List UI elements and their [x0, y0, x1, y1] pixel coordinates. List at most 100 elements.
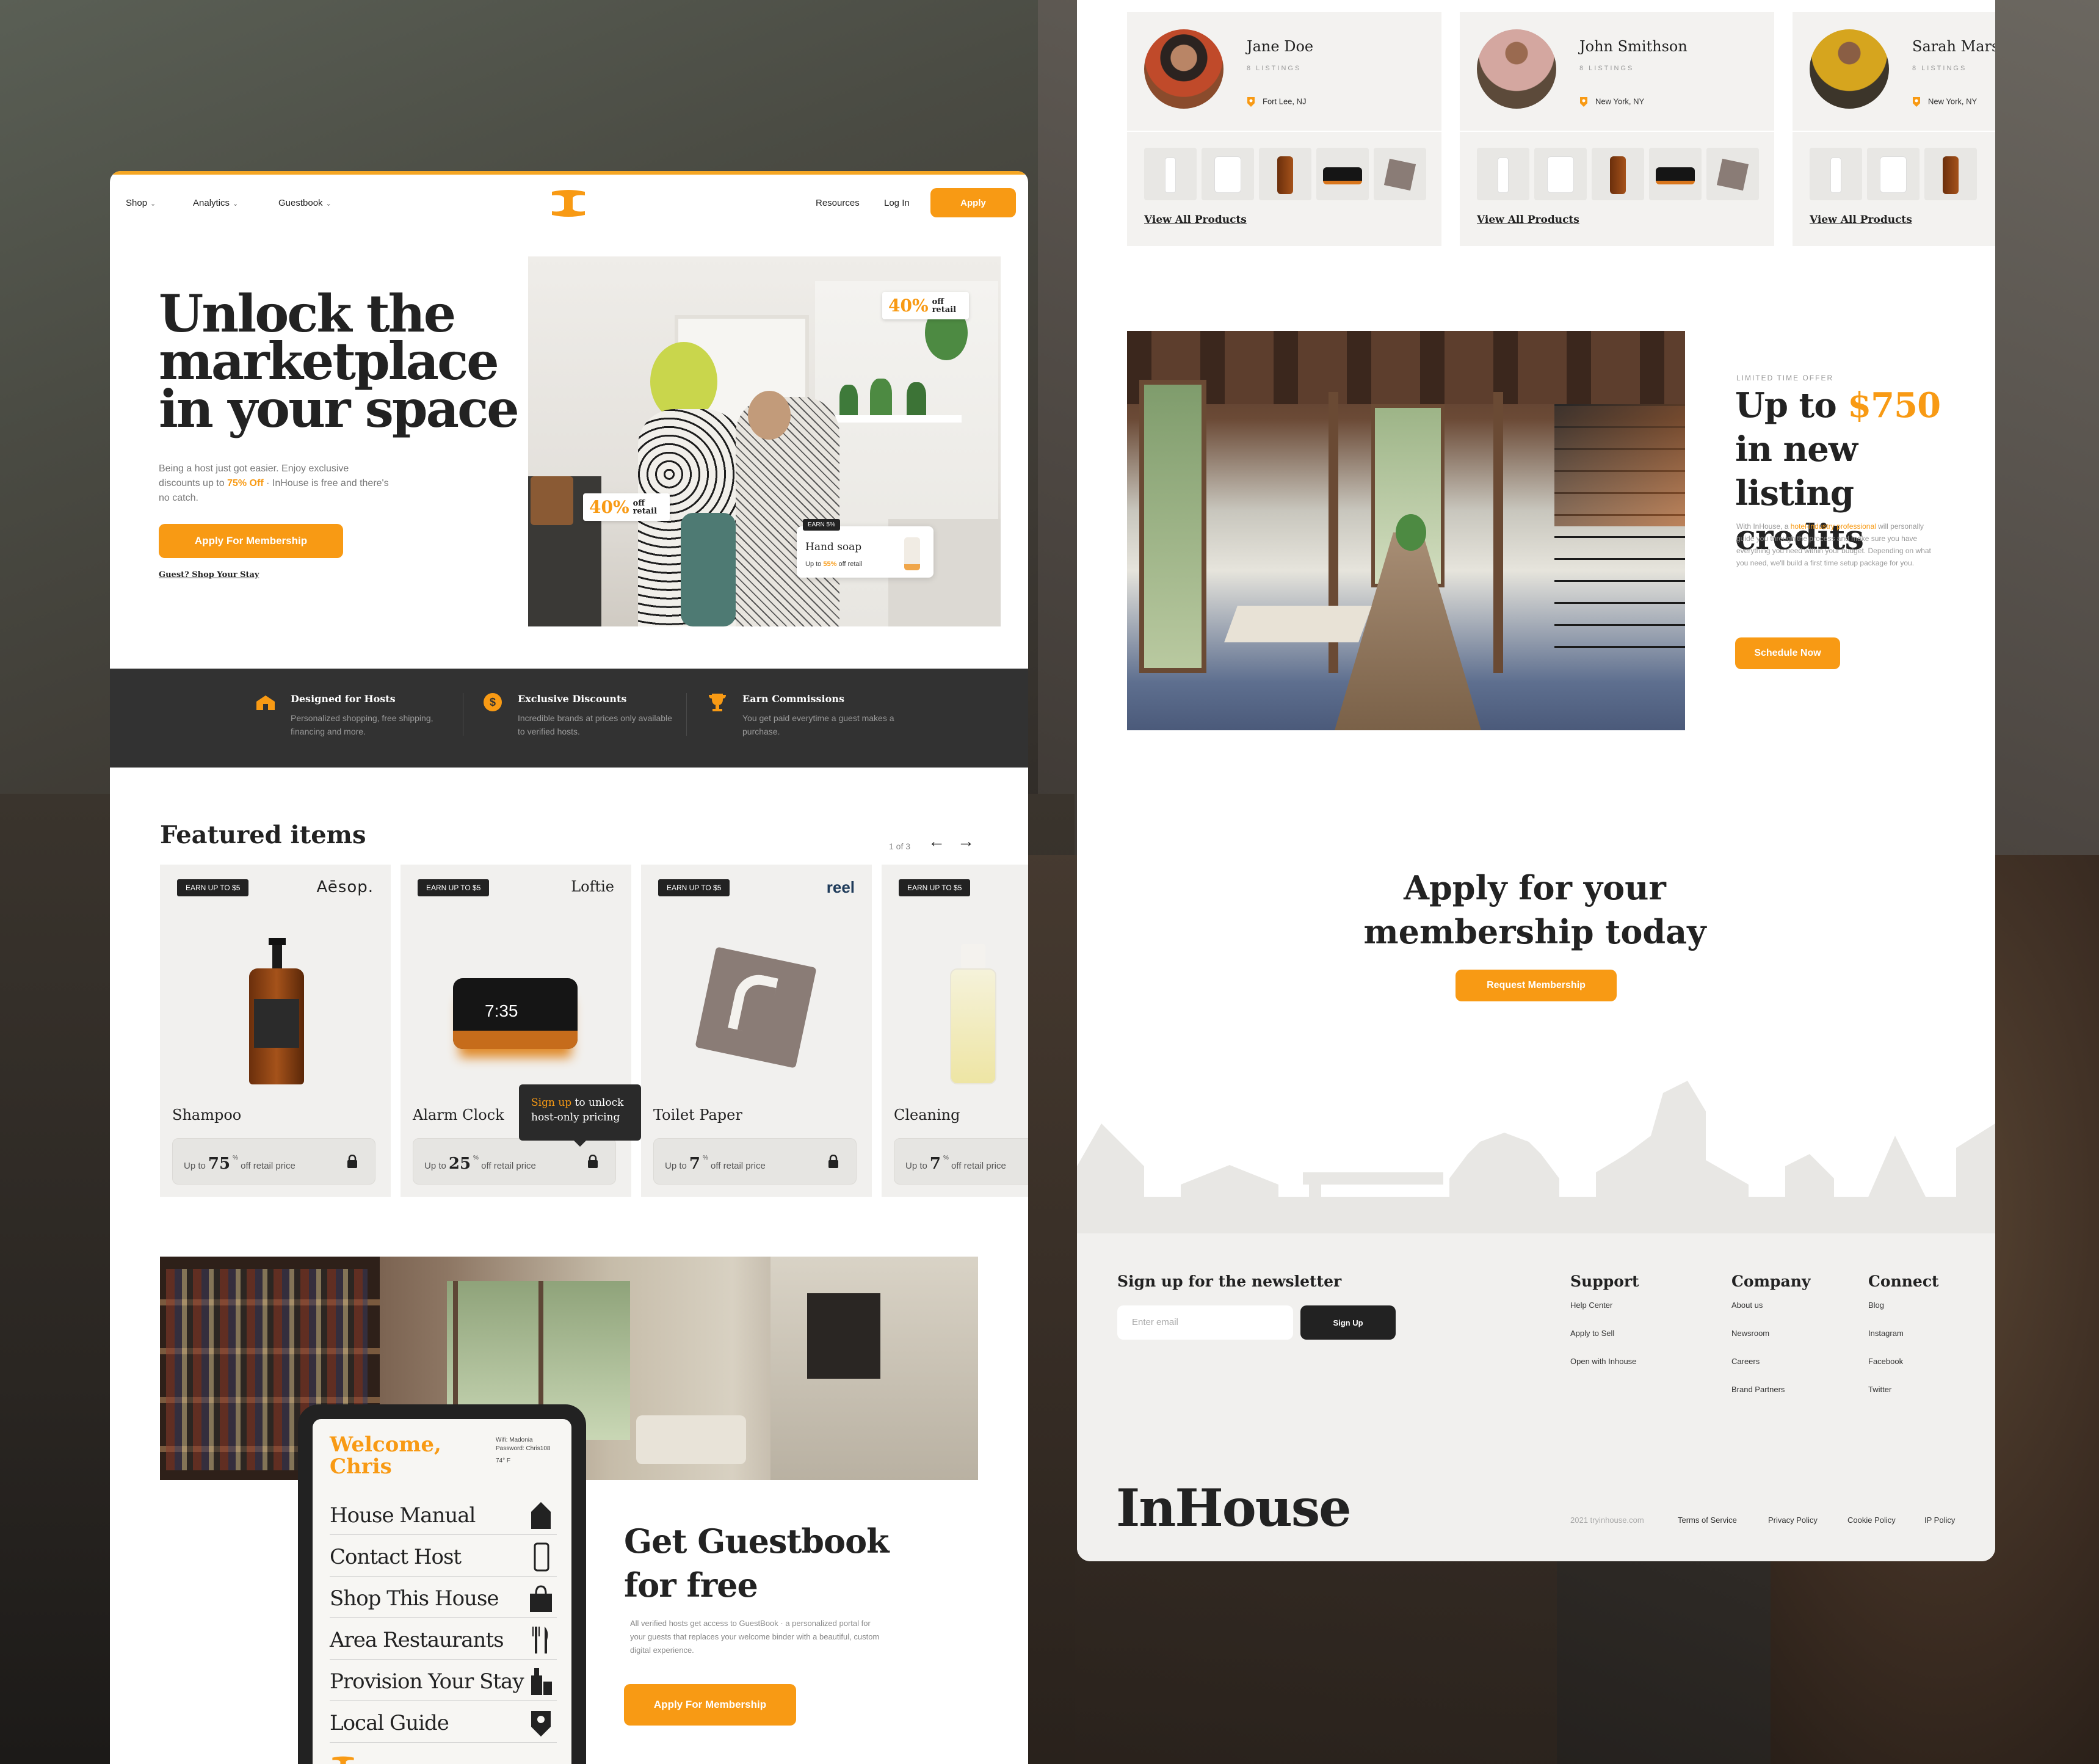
arrow-left-icon[interactable]: ←: [928, 832, 945, 851]
menu-house-manual[interactable]: House Manual: [330, 1494, 557, 1535]
spray-bottle-image: [949, 944, 998, 1084]
apply-button[interactable]: Apply: [930, 188, 1016, 217]
price-box[interactable]: Up to 75% off retail price: [172, 1138, 375, 1185]
signup-tooltip[interactable]: Sign up to unlock host-only pricing: [519, 1084, 641, 1147]
product-thumb[interactable]: [1259, 148, 1311, 200]
legal-ip-link[interactable]: IP Policy: [1924, 1515, 1955, 1525]
legal-terms-link[interactable]: Terms of Service: [1678, 1515, 1737, 1525]
view-all-products-link[interactable]: View All Products: [1477, 214, 1579, 226]
apply-membership-button[interactable]: Apply For Membership: [159, 524, 343, 558]
nav-shop[interactable]: Shop ⌄: [126, 198, 156, 208]
legal-cookie-link[interactable]: Cookie Policy: [1847, 1515, 1896, 1525]
product-popup[interactable]: EARN 5% Hand soap Up to 55% off retail: [797, 519, 933, 578]
product-card[interactable]: EARN UP TO $5 Aēsop. Shampoo Up to 75% of…: [160, 865, 391, 1197]
chevron-down-icon: ⌄: [150, 200, 156, 208]
product-thumb[interactable]: [1649, 148, 1702, 200]
hero-sub-highlight: 75% Off: [227, 478, 264, 488]
product-thumb[interactable]: [1202, 148, 1254, 200]
brand-logo: Loftie: [571, 878, 614, 895]
view-all-products-link[interactable]: View All Products: [1810, 214, 1912, 226]
guest-shop-link[interactable]: Guest? Shop Your Stay: [159, 570, 259, 579]
footer-link[interactable]: About us: [1731, 1301, 1763, 1310]
house-icon: [531, 1502, 551, 1529]
host-card[interactable]: John Smithson 8 LISTINGS New York, NY Vi…: [1460, 12, 1774, 246]
price-box[interactable]: Up to 7% off retail price: [653, 1138, 857, 1185]
nav-resources[interactable]: Resources: [816, 198, 860, 208]
product-thumb[interactable]: [1810, 148, 1862, 200]
product-thumb[interactable]: [1316, 148, 1369, 200]
featured-carousel: EARN UP TO $5 Aēsop. Shampoo Up to 75% of…: [160, 865, 1028, 1207]
arrow-right-icon[interactable]: →: [957, 832, 974, 851]
welcome-heading: Welcome, Chris: [330, 1432, 441, 1479]
product-thumb[interactable]: [1706, 148, 1759, 200]
host-name: John Smithson: [1579, 38, 1688, 55]
inhouse-wordmark: InHouse: [1116, 1478, 1352, 1538]
menu-contact-host[interactable]: Contact Host: [330, 1535, 557, 1577]
product-thumb[interactable]: [1924, 148, 1977, 200]
footer: Sign up for the newsletter Enter email S…: [1077, 1075, 1995, 1561]
host-card[interactable]: Sarah Marsh 8 LISTINGS New York, NY View…: [1793, 12, 1995, 246]
avatar: [1810, 29, 1889, 109]
skyline-illustration: [1077, 1075, 1995, 1233]
schedule-now-button[interactable]: Schedule Now: [1735, 637, 1840, 669]
footer-link[interactable]: Blog: [1868, 1301, 1884, 1310]
footer-link[interactable]: Open with Inhouse: [1570, 1357, 1636, 1366]
menu-area-restaurants[interactable]: Area Restaurants: [330, 1618, 557, 1660]
legal-privacy-link[interactable]: Privacy Policy: [1768, 1515, 1818, 1525]
nav-guestbook[interactable]: Guestbook ⌄: [278, 198, 332, 208]
product-thumb[interactable]: [1867, 148, 1920, 200]
footer-link[interactable]: Newsroom: [1731, 1329, 1769, 1338]
footer-link[interactable]: Help Center: [1570, 1301, 1612, 1310]
newsletter-title: Sign up for the newsletter: [1117, 1272, 1342, 1290]
product-thumb[interactable]: [1144, 148, 1197, 200]
sign-up-button[interactable]: Sign Up: [1300, 1305, 1396, 1340]
product-card[interactable]: EARN UP TO $5 Cleaning Up to 7% off retai…: [882, 865, 1028, 1197]
product-thumb[interactable]: [1592, 148, 1644, 200]
product-card[interactable]: EARN UP TO $5 reel Toilet Paper Up to 7% …: [641, 865, 872, 1197]
host-location: New York, NY: [1579, 96, 1644, 107]
inhouse-logo-icon[interactable]: [551, 189, 586, 217]
footer-link[interactable]: Twitter: [1868, 1385, 1891, 1394]
product-thumb[interactable]: [1374, 148, 1426, 200]
fork-knife-icon: [532, 1627, 548, 1653]
product-card[interactable]: EARN UP TO $5 Loftie 7:35 Alarm Clock Up…: [401, 865, 631, 1197]
host-card[interactable]: Jane Doe 8 LISTINGS Fort Lee, NJ View Al…: [1127, 12, 1441, 246]
toilet-paper-image: [695, 946, 817, 1069]
menu-local-guide[interactable]: Local Guide: [330, 1701, 557, 1743]
barn-interior-photo: [1127, 331, 1685, 730]
product-thumb[interactable]: [1534, 148, 1587, 200]
landing-page-panel: Shop ⌄ Analytics ⌄ Guestbook ⌄ Resources Lo…: [110, 171, 1028, 1764]
request-membership-button[interactable]: Request Membership: [1456, 970, 1617, 1001]
map-pin-icon: [1247, 97, 1255, 107]
lock-icon: [588, 1155, 598, 1168]
shopping-bag-icon: [530, 1585, 552, 1612]
view-all-products-link[interactable]: View All Products: [1144, 214, 1247, 226]
footer-link[interactable]: Instagram: [1868, 1329, 1904, 1338]
benefits-strip: Designed for Hosts Personalized shopping…: [110, 669, 1028, 768]
product-name: Shampoo: [172, 1106, 242, 1123]
guestbook-apply-button[interactable]: Apply For Membership: [624, 1684, 796, 1726]
wifi-info: Wifi: Madonia Password: Chris108 74° F: [496, 1437, 551, 1464]
nav-login[interactable]: Log In: [884, 198, 910, 208]
avatar: [1477, 29, 1556, 109]
nav-analytics[interactable]: Analytics ⌄: [193, 198, 238, 208]
price-box[interactable]: Up to 7% off retail price: [894, 1138, 1028, 1185]
hero-kitchen-photo: 40% off retail 40% off retail EARN 5% Ha…: [528, 256, 1001, 626]
footer-link[interactable]: Careers: [1731, 1357, 1760, 1366]
footer-link[interactable]: Facebook: [1868, 1357, 1903, 1366]
hosts-page-panel: Jane Doe 8 LISTINGS Fort Lee, NJ View Al…: [1077, 0, 1995, 1561]
popup-price: Up to 55% off retail: [805, 561, 863, 568]
chevron-down-icon: ⌄: [325, 200, 332, 208]
footer-link[interactable]: Apply to Sell: [1570, 1329, 1614, 1338]
house-icon: [256, 695, 275, 710]
menu-provision-your-stay[interactable]: Provision Your Stay: [330, 1660, 557, 1701]
footer-link[interactable]: Brand Partners: [1731, 1385, 1785, 1394]
shampoo-bottle-image: [249, 938, 304, 1084]
product-thumb[interactable]: [1477, 148, 1529, 200]
offer-description: With InHouse, a hotel-industry professio…: [1736, 522, 1931, 567]
email-input[interactable]: Enter email: [1117, 1305, 1293, 1340]
menu-shop-this-house[interactable]: Shop This House: [330, 1577, 557, 1618]
tooltip-signup-link[interactable]: Sign up: [531, 1097, 571, 1109]
hero-subtitle: Being a host just got easier. Enjoy excl…: [159, 462, 391, 506]
pager-count: 1 of 3: [889, 841, 911, 851]
